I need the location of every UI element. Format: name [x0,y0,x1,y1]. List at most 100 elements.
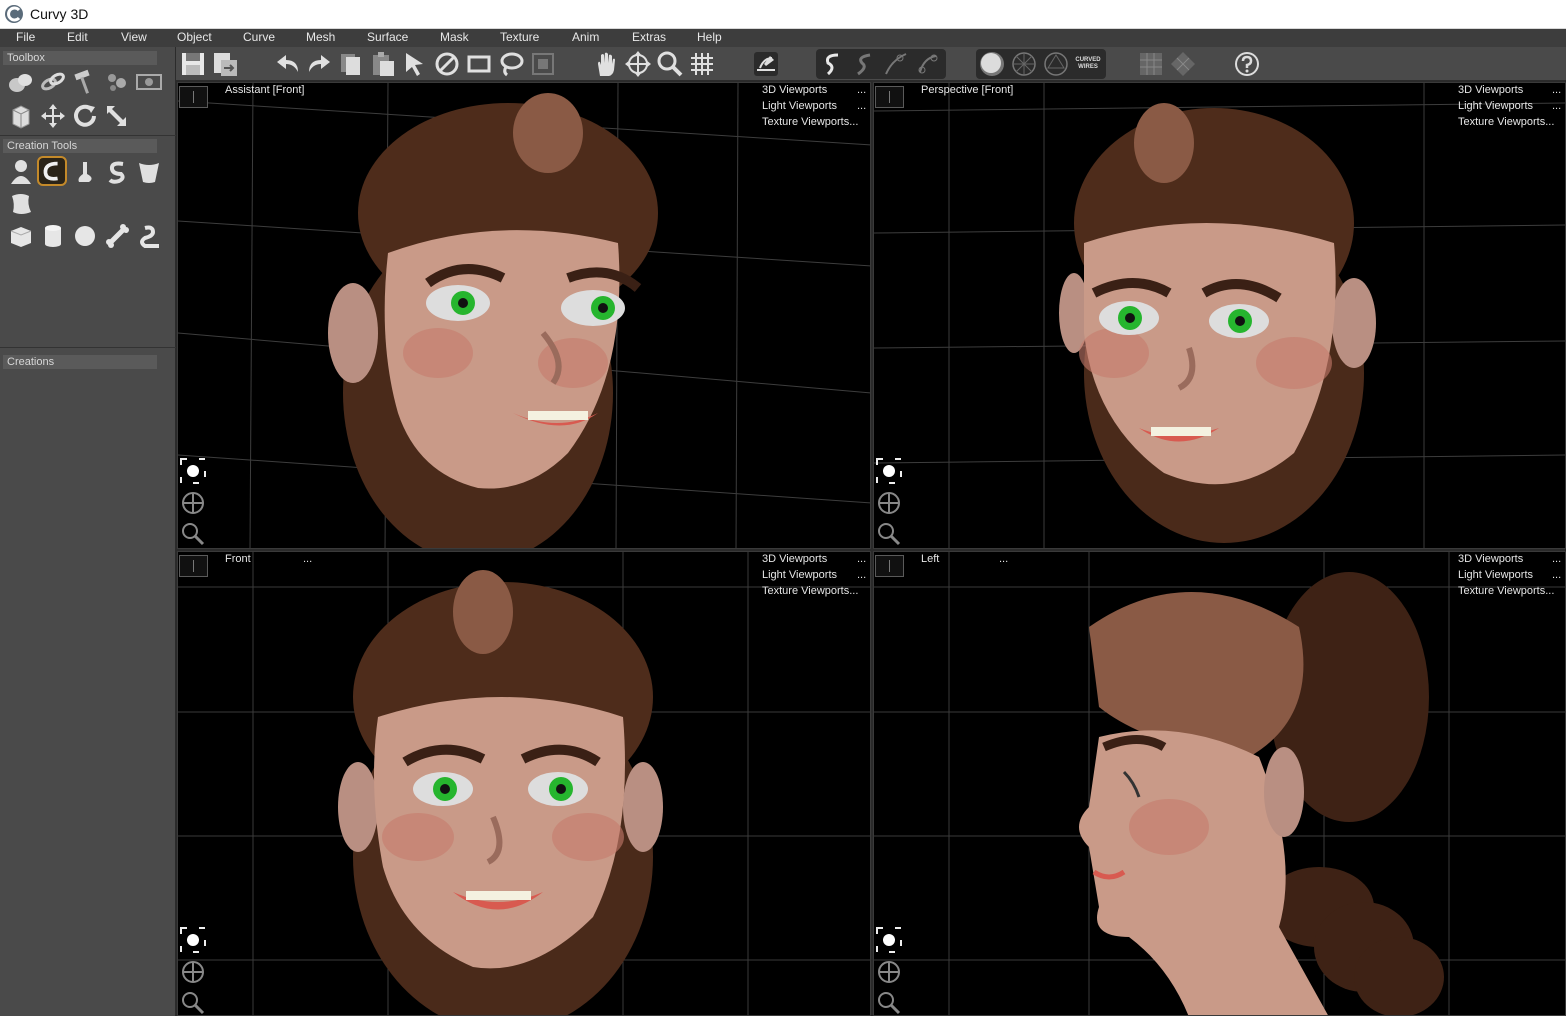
rotate-icon[interactable] [70,101,100,131]
curve-points-icon[interactable] [881,49,911,79]
menu-texture[interactable]: Texture [500,30,539,44]
cylinder-primitive-icon[interactable] [38,221,68,251]
viewport-menu-texture[interactable]: Texture Viewports... [1458,116,1554,128]
menu-file[interactable]: File [16,30,35,44]
curved-wires-button[interactable]: CURVED WIRES [1073,49,1103,79]
s-curve-icon[interactable] [102,157,132,187]
vase-icon[interactable] [134,157,164,187]
draw-tool-icon[interactable] [751,49,781,79]
particles-icon[interactable] [102,67,132,97]
viewport-perspective[interactable]: Perspective [Front] 3D Viewports ... Lig… [873,82,1566,549]
viewport-menu-3d[interactable]: 3D Viewports [762,553,827,565]
zoom-icon[interactable] [655,49,685,79]
menu-anim[interactable]: Anim [572,30,599,44]
tube-primitive-icon[interactable] [134,221,164,251]
camera-zoom-icon[interactable] [179,989,207,1015]
chain-icon[interactable] [38,67,68,97]
menu-edit[interactable]: Edit [67,30,88,44]
curve-handles-icon[interactable] [913,49,943,79]
grid-view-icon[interactable] [687,49,717,79]
viewport-menu-light-more[interactable]: ... [857,569,866,581]
viewport-number-box[interactable] [179,555,208,577]
pan-hand-icon[interactable] [591,49,621,79]
camera-zoom-icon[interactable] [875,989,903,1015]
viewport-menu-texture[interactable]: Texture Viewports... [762,585,858,597]
cube-frame-icon[interactable] [6,101,36,131]
export-icon[interactable] [210,49,240,79]
lathe-icon[interactable] [70,157,100,187]
viewport-left[interactable]: Left ... 3D Viewports ... Light Viewport… [873,551,1566,1016]
camera-zoom-icon[interactable] [875,520,903,548]
viewport-front[interactable]: Front ... 3D Viewports ... Light Viewpor… [177,551,871,1016]
camera-pan-icon[interactable] [875,489,903,517]
viewport-menu-3d-more[interactable]: ... [1552,553,1561,565]
cube-primitive-icon[interactable] [6,221,36,251]
copy-icon[interactable] [336,49,366,79]
viewport-menu-3d-more[interactable]: ... [1552,84,1561,96]
mask-select-icon[interactable] [528,49,558,79]
image-plane-icon[interactable] [134,67,164,97]
camera-target-icon[interactable] [875,926,903,954]
viewport-menu-3d[interactable]: 3D Viewports [1458,84,1523,96]
menu-object[interactable]: Object [177,30,212,44]
paste-icon[interactable] [368,49,398,79]
viewport-menu-light[interactable]: Light Viewports [1458,100,1533,112]
viewport-assistant[interactable]: Assistant [Front] 3D Viewports ... Light… [177,82,871,549]
viewport-number-box[interactable] [875,86,904,108]
viewport-menu-light[interactable]: Light Viewports [762,100,837,112]
sphere-primitive-icon[interactable] [70,221,100,251]
select-arrow-icon[interactable] [400,49,430,79]
viewport-menu-3d[interactable]: 3D Viewports [1458,553,1523,565]
save-icon[interactable] [178,49,208,79]
viewport-menu-light[interactable]: Light Viewports [762,569,837,581]
texture-grid-icon[interactable] [1136,49,1166,79]
menu-extras[interactable]: Extras [632,30,666,44]
sheet-icon[interactable] [6,189,36,219]
bone-primitive-icon[interactable] [102,221,132,251]
viewport-title-more[interactable]: ... [999,553,1008,565]
menu-curve[interactable]: Curve [243,30,275,44]
viewport-menu-3d-more[interactable]: ... [857,553,866,565]
camera-pan-icon[interactable] [179,489,207,517]
shaded-mode-icon[interactable] [977,49,1007,79]
mesh-mode-icon[interactable] [1041,49,1071,79]
hammer-icon[interactable] [70,67,100,97]
texture-diamond-icon[interactable] [1168,49,1198,79]
viewport-menu-light[interactable]: Light Viewports [1458,569,1533,581]
help-icon[interactable] [1232,49,1262,79]
viewport-menu-3d-more[interactable]: ... [857,84,866,96]
menu-view[interactable]: View [121,30,147,44]
camera-pan-icon[interactable] [179,958,207,986]
surface-shapes-icon[interactable] [6,67,36,97]
viewport-menu-texture[interactable]: Texture Viewports... [762,116,858,128]
camera-pan-icon[interactable] [875,958,903,986]
wireframe-mode-icon[interactable] [1009,49,1039,79]
deselect-icon[interactable] [432,49,462,79]
viewport-menu-3d[interactable]: 3D Viewports [762,84,827,96]
viewport-number-box[interactable] [875,555,904,577]
rect-select-icon[interactable] [464,49,494,79]
camera-target-icon[interactable] [179,457,207,485]
lasso-icon[interactable] [496,49,526,79]
camera-target-icon[interactable] [875,457,903,485]
sculpt-head-icon[interactable] [6,157,36,187]
menu-surface[interactable]: Surface [367,30,408,44]
undo-icon[interactable] [273,49,303,79]
viewport-menu-light-more[interactable]: ... [857,100,866,112]
scale-arrow-icon[interactable] [102,101,132,131]
curve-draw-icon[interactable] [817,49,847,79]
move-arrows-icon[interactable] [38,101,68,131]
menu-help[interactable]: Help [697,30,722,44]
viewport-menu-light-more[interactable]: ... [1552,569,1561,581]
camera-zoom-icon[interactable] [179,520,207,548]
viewport-title-more[interactable]: ... [303,553,312,565]
curve-edit-icon[interactable] [849,49,879,79]
menu-mesh[interactable]: Mesh [306,30,335,44]
move-view-icon[interactable] [623,49,653,79]
curve-tool-icon[interactable] [37,156,67,186]
redo-icon[interactable] [304,49,334,79]
viewport-number-box[interactable] [179,86,208,108]
menu-mask[interactable]: Mask [440,30,469,44]
viewport-menu-light-more[interactable]: ... [1552,100,1561,112]
camera-target-icon[interactable] [179,926,207,954]
